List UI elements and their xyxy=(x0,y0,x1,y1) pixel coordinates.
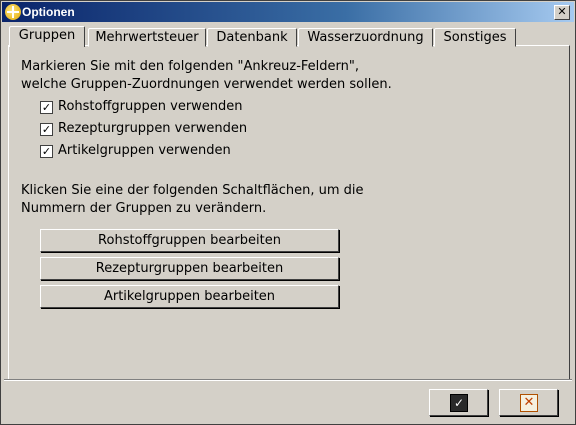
checkbox-box[interactable]: ✓ xyxy=(40,145,53,158)
intro-text: Markieren Sie mit den folgenden "Ankreuz… xyxy=(21,58,392,94)
tab-mehrwertsteuer[interactable]: Mehrwertsteuer xyxy=(88,28,206,47)
hint-text: Klicken Sie eine der folgenden Schaltflä… xyxy=(21,182,364,218)
edit-artikelgruppen-button[interactable]: Artikelgruppen bearbeiten xyxy=(40,285,339,308)
options-window: Optionen ✕ Gruppen Mehrwertsteuer Datenb… xyxy=(0,0,576,425)
edit-rohstoffgruppen-button[interactable]: Rohstoffgruppen bearbeiten xyxy=(40,229,339,252)
tab-datenbank[interactable]: Datenbank xyxy=(207,28,297,47)
tab-sonstiges[interactable]: Sonstiges xyxy=(434,28,516,47)
separator xyxy=(4,379,572,381)
cancel-button[interactable]: ✕ xyxy=(499,389,558,416)
intro-line-2: welche Gruppen-Zuordnungen verwendet wer… xyxy=(21,77,392,92)
app-icon xyxy=(5,4,21,20)
hint-line-1: Klicken Sie eine der folgenden Schaltflä… xyxy=(21,183,364,198)
cancel-x-icon: ✕ xyxy=(520,394,538,412)
ok-button[interactable]: ✓ xyxy=(429,389,488,416)
checkbox-label[interactable]: Artikelgruppen verwenden xyxy=(58,143,231,159)
window-title: Optionen xyxy=(22,5,75,19)
checkbox-label[interactable]: Rohstoffgruppen verwenden xyxy=(58,99,243,115)
check-icon: ✓ xyxy=(450,394,468,412)
checkbox-label[interactable]: Rezepturgruppen verwenden xyxy=(58,121,247,137)
title-bar[interactable]: Optionen ✕ xyxy=(2,2,574,22)
checkbox-box[interactable]: ✓ xyxy=(40,101,53,114)
intro-line-1: Markieren Sie mit den folgenden "Ankreuz… xyxy=(21,59,360,74)
edit-rezepturgruppen-button[interactable]: Rezepturgruppen bearbeiten xyxy=(40,257,339,280)
tab-gruppen[interactable]: Gruppen xyxy=(9,26,85,47)
hint-line-2: Nummern der Gruppen zu verändern. xyxy=(21,201,267,216)
close-button[interactable]: ✕ xyxy=(554,5,570,20)
checkbox-box[interactable]: ✓ xyxy=(40,123,53,136)
tab-wasserzuordnung[interactable]: Wasserzuordnung xyxy=(298,28,433,47)
